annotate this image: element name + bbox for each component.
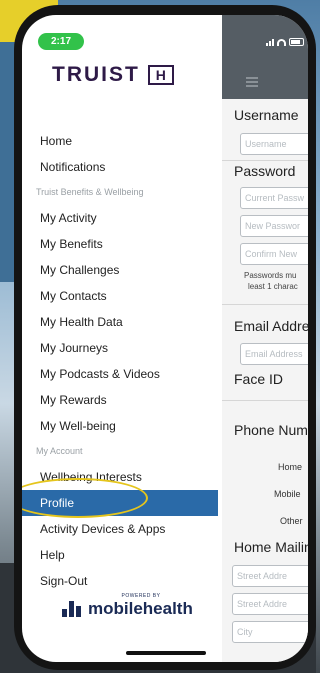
menu-item-notifications[interactable]: Notifications bbox=[22, 154, 222, 180]
email-input[interactable]: Email Address bbox=[240, 343, 308, 365]
phone-frame: 2:17 TRUIST H Home Notifications Truist … bbox=[14, 5, 316, 670]
menu-section-header: My Account bbox=[36, 446, 83, 456]
phone-home-label: Home bbox=[278, 462, 303, 472]
status-icons bbox=[266, 37, 304, 47]
menu-item-my-journeys[interactable]: My Journeys bbox=[22, 335, 222, 361]
menu-item-sign-out[interactable]: Sign-Out bbox=[22, 568, 222, 594]
password-label: Password bbox=[234, 163, 296, 179]
face-id-label: Face ID bbox=[234, 371, 284, 387]
email-label: Email Addre bbox=[234, 318, 308, 334]
battery-icon bbox=[289, 38, 304, 46]
signal-icon bbox=[266, 38, 274, 46]
powered-by-logo: POWERED BY mobilehealth bbox=[62, 593, 202, 619]
username-input[interactable]: Username bbox=[240, 133, 308, 155]
mobilehealth-logo-icon bbox=[62, 601, 82, 617]
menu-item-my-well-being[interactable]: My Well-being bbox=[22, 413, 222, 439]
confirm-password-input[interactable]: Confirm New bbox=[240, 243, 308, 265]
hamburger-menu-icon[interactable] bbox=[246, 77, 258, 87]
brand-mark-icon: H bbox=[147, 65, 174, 85]
menu-item-help[interactable]: Help bbox=[22, 542, 222, 568]
profile-form: Username Username Password Current Passw… bbox=[222, 99, 308, 662]
menu-item-my-activity[interactable]: My Activity bbox=[22, 205, 222, 231]
menu-item-my-podcasts-videos[interactable]: My Podcasts & Videos bbox=[22, 361, 222, 387]
phone-screen: 2:17 TRUIST H Home Notifications Truist … bbox=[22, 15, 308, 662]
menu-item-home[interactable]: Home bbox=[22, 128, 222, 154]
menu-section-header: Truist Benefits & Wellbeing bbox=[36, 187, 144, 197]
phone-number-label: Phone Numb bbox=[234, 422, 308, 438]
username-label: Username bbox=[234, 107, 299, 123]
brand-name: TRUIST bbox=[52, 63, 140, 86]
new-password-input[interactable]: New Passwor bbox=[240, 215, 308, 237]
street-address-2-input[interactable]: Street Addre bbox=[232, 593, 308, 615]
menu-item-activity-devices-apps[interactable]: Activity Devices & Apps bbox=[22, 516, 222, 542]
street-address-1-input[interactable]: Street Addre bbox=[232, 565, 308, 587]
wifi-icon bbox=[277, 38, 286, 46]
menu-item-my-health-data[interactable]: My Health Data bbox=[22, 309, 222, 335]
current-password-input[interactable]: Current Passw bbox=[240, 187, 308, 209]
truist-logo: TRUIST H bbox=[52, 63, 174, 87]
menu-item-my-challenges[interactable]: My Challenges bbox=[22, 257, 222, 283]
menu-item-my-benefits[interactable]: My Benefits bbox=[22, 231, 222, 257]
home-mailing-label: Home Mailin bbox=[234, 539, 308, 555]
phone-other-label: Other bbox=[280, 516, 303, 526]
password-note-line-2: least 1 charac bbox=[248, 282, 298, 291]
status-time: 2:17 bbox=[38, 33, 84, 50]
menu-item-wellbeing-interests[interactable]: Wellbeing Interests bbox=[22, 464, 222, 490]
city-input[interactable]: City bbox=[232, 621, 308, 643]
menu-item-my-rewards[interactable]: My Rewards bbox=[22, 387, 222, 413]
menu-item-profile[interactable]: Profile bbox=[22, 490, 218, 516]
side-menu: Home Notifications Truist Benefits & Wel… bbox=[22, 128, 222, 594]
password-note-line-1: Passwords mu bbox=[244, 271, 297, 280]
phone-mobile-label: Mobile bbox=[274, 489, 301, 499]
menu-item-my-contacts[interactable]: My Contacts bbox=[22, 283, 222, 309]
mobilehealth-name: mobilehealth bbox=[88, 599, 193, 618]
home-indicator bbox=[126, 651, 206, 655]
status-bar: 2:17 bbox=[22, 15, 308, 53]
